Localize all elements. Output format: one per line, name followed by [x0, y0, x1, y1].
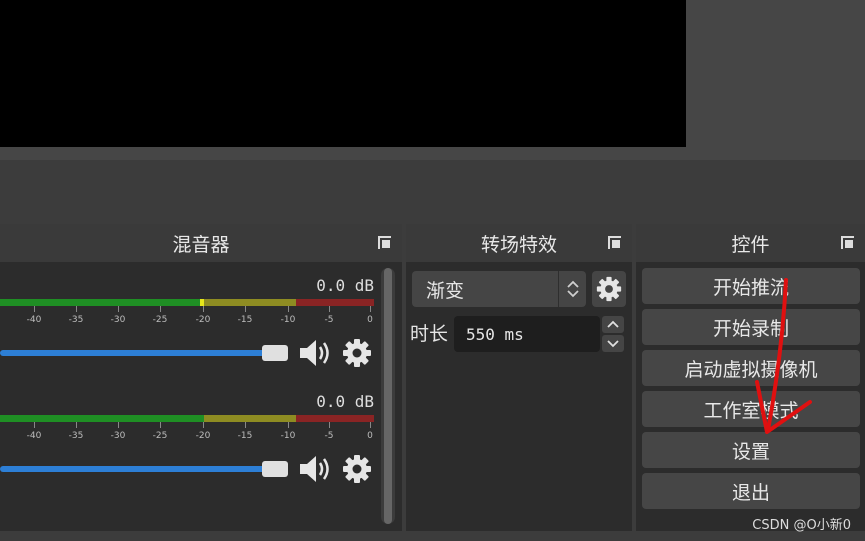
- transitions-title: 转场特效: [406, 224, 632, 262]
- meter-tick: [370, 306, 371, 312]
- meter-tick: [288, 306, 289, 312]
- meter-tick: [118, 306, 119, 312]
- meter-tick-label: -30: [110, 431, 126, 441]
- meter-tick-label: -10: [280, 431, 296, 441]
- track-db-value: 0.0 dB: [316, 392, 374, 411]
- meter-tick: [76, 422, 77, 428]
- meter-tick: [76, 306, 77, 312]
- studio-mode-button[interactable]: 工作室模式: [642, 391, 860, 427]
- meter-tick-label: 0: [367, 431, 373, 441]
- mixer-track-1: 0.0 dB -40 -35 -30 -25 -20 -15 -10 -5 0: [0, 266, 378, 376]
- meter-tick-label: -5: [324, 431, 334, 441]
- float-dock-icon[interactable]: [378, 236, 392, 250]
- transitions-dock: 转场特效 渐变 时长 550 ms: [406, 224, 632, 531]
- speaker-icon[interactable]: [298, 453, 332, 485]
- start-virtual-camera-button[interactable]: 启动虚拟摄像机: [642, 350, 860, 386]
- meter-tick: [288, 422, 289, 428]
- meter-tick-label: 0: [367, 315, 373, 325]
- meter-scale: -40 -35 -30 -25 -20 -15 -10 -5 0: [0, 422, 374, 448]
- track-db-value: 0.0 dB: [316, 276, 374, 295]
- meter-tick-label: -40: [26, 431, 42, 441]
- start-streaming-button[interactable]: 开始推流: [642, 268, 860, 304]
- chevron-down-icon: [607, 340, 619, 348]
- meter-tick: [118, 422, 119, 428]
- chevron-down-icon: [566, 290, 579, 298]
- gear-icon[interactable]: [342, 338, 372, 368]
- volume-meter: [0, 299, 374, 306]
- preview-canvas[interactable]: [0, 0, 686, 147]
- stepper-down[interactable]: [602, 335, 624, 352]
- watermark: CSDN @O小新0: [752, 518, 851, 533]
- float-dock-icon[interactable]: [841, 236, 855, 250]
- meter-tick: [160, 422, 161, 428]
- mixer-track-2: 0.0 dB -40 -35 -30 -25 -20 -15 -10 -5 0: [0, 382, 378, 492]
- volume-slider-handle[interactable]: [262, 461, 288, 477]
- volume-slider-track[interactable]: [0, 350, 272, 356]
- duration-label: 时长: [410, 323, 449, 345]
- meter-tick: [245, 422, 246, 428]
- meter-tick-label: -10: [280, 315, 296, 325]
- meter-tick: [370, 422, 371, 428]
- chevron-up-icon: [566, 280, 579, 288]
- volume-slider-handle[interactable]: [262, 345, 288, 361]
- meter-tick: [203, 422, 204, 428]
- float-dock-icon[interactable]: [608, 236, 622, 250]
- volume-meter: [0, 415, 374, 422]
- transition-properties-button[interactable]: [592, 271, 626, 307]
- meter-tick-label: -35: [68, 431, 84, 441]
- chevron-up-icon: [607, 320, 619, 328]
- mixer-title: 混音器: [0, 224, 402, 262]
- meter-tick-label: -15: [237, 431, 253, 441]
- meter-tick-label: -15: [237, 315, 253, 325]
- settings-button[interactable]: 设置: [642, 432, 860, 468]
- mixer-body: 0.0 dB -40 -35 -30 -25 -20 -15 -10 -5 0: [0, 262, 402, 531]
- duration-stepper[interactable]: [602, 316, 624, 352]
- meter-tick: [203, 306, 204, 312]
- mixer-dock: 混音器 0.0 dB -40 -35 -30 -25 -20 -15 -10 -5 0: [0, 224, 402, 531]
- controls-body: 开始推流 开始录制 启动虚拟摄像机 工作室模式 设置 退出: [636, 262, 865, 531]
- start-recording-button[interactable]: 开始录制: [642, 309, 860, 345]
- preview-area: [0, 0, 865, 160]
- mixer-scrollbar[interactable]: [381, 268, 395, 524]
- meter-tick-label: -5: [324, 315, 334, 325]
- meter-tick-label: -20: [195, 431, 211, 441]
- meter-tick-label: -20: [195, 315, 211, 325]
- meter-scale: -40 -35 -30 -25 -20 -15 -10 -5 0: [0, 306, 374, 332]
- controls-title: 控件: [636, 224, 865, 262]
- controls-dock: 控件 开始推流 开始录制 启动虚拟摄像机 工作室模式 设置 退出: [636, 224, 865, 531]
- meter-tick: [329, 306, 330, 312]
- meter-tick-label: -25: [152, 315, 168, 325]
- exit-button[interactable]: 退出: [642, 473, 860, 509]
- duration-input[interactable]: 550 ms: [454, 316, 600, 352]
- meter-tick: [329, 422, 330, 428]
- meter-tick: [160, 306, 161, 312]
- transitions-body: 渐变 时长 550 ms: [406, 262, 632, 531]
- speaker-icon[interactable]: [298, 337, 332, 369]
- meter-tick: [34, 422, 35, 428]
- gear-icon[interactable]: [342, 454, 372, 484]
- transition-select-arrows[interactable]: [558, 271, 586, 307]
- meter-tick: [245, 306, 246, 312]
- meter-tick-label: -25: [152, 431, 168, 441]
- meter-tick: [34, 306, 35, 312]
- meter-tick-label: -35: [68, 315, 84, 325]
- meter-tick-label: -30: [110, 315, 126, 325]
- gear-icon: [596, 276, 622, 302]
- stepper-up[interactable]: [602, 316, 624, 333]
- volume-slider-track[interactable]: [0, 466, 272, 472]
- scroll-thumb[interactable]: [384, 268, 392, 524]
- meter-tick-label: -40: [26, 315, 42, 325]
